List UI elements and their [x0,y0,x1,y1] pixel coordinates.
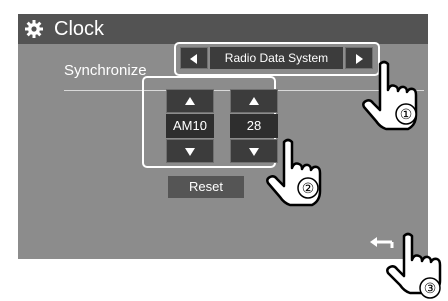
synchronize-prev-button[interactable] [180,47,208,69]
callout-3-label: ③ [424,280,437,296]
synchronize-label: Synchronize [64,62,147,79]
hour-down-button[interactable] [166,139,214,163]
triangle-up-icon [185,97,195,105]
callout-2-label: ② [302,180,315,196]
reset-button[interactable]: Reset [168,176,244,198]
hand-pointer-icon: ① [362,60,418,131]
triangle-left-icon [190,54,197,64]
triangle-up-icon [249,97,259,105]
triangle-down-icon [249,148,259,156]
minute-value: 28 [230,114,278,138]
triangle-down-icon [185,148,195,156]
hour-value: AM10 [166,114,214,138]
minute-up-button[interactable] [230,89,278,113]
title-bar: Clock [18,14,428,44]
gear-icon [25,20,43,38]
callout-1-label: ① [400,106,413,122]
hand-pointer-icon: ② [266,138,322,207]
synchronize-value: Radio Data System [210,47,343,69]
page-title: Clock [54,18,105,40]
hand-pointer-icon: ③ [386,232,442,299]
time-separator: : [200,119,204,133]
hour-up-button[interactable] [166,89,214,113]
